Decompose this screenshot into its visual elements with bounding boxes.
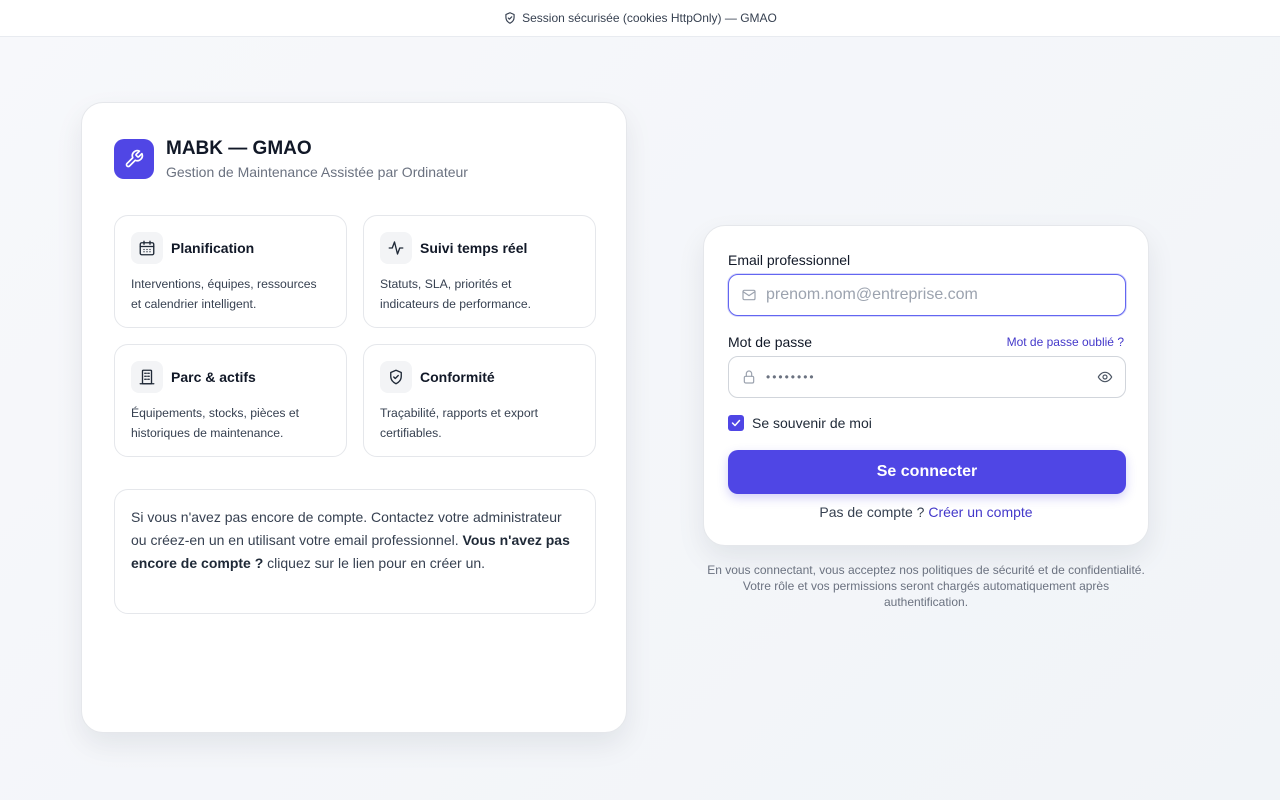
feature-title: Planification [171,240,255,256]
remember-me-checkbox[interactable] [728,415,744,431]
feature-card-conformite: Conformité Traçabilité, rapports et expo… [363,344,596,457]
feature-description: Équipements, stocks, pièces et historique… [131,406,300,440]
remember-me[interactable]: Se souvenir de moi [728,415,872,431]
activity-icon [388,241,404,255]
info-rest-text: cliquez sur le lien pour en créer un. [267,555,486,571]
security-banner: Session sécurisée (cookies HttpOnly) — G… [0,0,1280,37]
signup-prompt: Pas de compte ? Créer un compte [704,504,1148,520]
password-label: Mot de passe [728,334,813,350]
feature-card-parc: Parc & actifs Équipements, stocks, pièce… [114,344,347,457]
feature-title: Conformité [420,369,495,385]
brand-header: MABK — GMAO Gestion de Maintenance Assis… [114,138,468,180]
email-input[interactable] [766,286,1113,304]
shield-check-icon [505,12,515,24]
lock-icon [743,370,755,384]
app-subtitle: Gestion de Maintenance Assistée par Ordi… [166,164,468,180]
create-account-link[interactable]: Créer un compte [928,504,1032,520]
signup-prompt-text: Pas de compte ? [819,504,925,520]
legal-notice: En vous connectant, vous acceptez nos po… [707,563,1145,609]
login-button[interactable]: Se connecter [728,450,1126,494]
app-title: MABK — GMAO [166,138,312,159]
remember-me-label: Se souvenir de moi [752,415,872,431]
eye-icon[interactable] [1097,369,1113,385]
building-icon [139,369,155,385]
feature-description: Statuts, SLA, priorités et indicateurs de… [380,277,532,311]
feature-card-planification: Planification Interventions, équipes, re… [114,215,347,328]
password-input[interactable] [766,370,1097,384]
mail-icon [742,289,756,301]
wrench-icon [125,149,144,168]
email-field[interactable] [728,274,1126,316]
feature-description: Traçabilité, rapports et export certifiab… [380,406,539,440]
presentation-card: MABK — GMAO Gestion de Maintenance Assis… [81,102,627,733]
password-field[interactable] [728,356,1126,398]
login-card: Email professionnel Mot de passe Mot de … [703,225,1149,546]
check-icon [731,419,741,427]
feature-title: Parc & actifs [171,369,256,385]
feature-card-suivi: Suivi temps réel Statuts, SLA, priorités… [363,215,596,328]
forgot-password-link[interactable]: Mot de passe oublié ? [1007,335,1124,349]
shield-check-icon [390,369,402,385]
calendar-icon [139,240,155,256]
brand-logo [114,139,154,179]
account-info-box: Si vous n'avez pas encore de compte. Con… [114,489,596,614]
email-label: Email professionnel [728,252,851,268]
feature-description: Interventions, équipes, ressources et cal… [131,277,317,311]
feature-title: Suivi temps réel [420,240,528,256]
security-banner-text: Session sécurisée (cookies HttpOnly) — G… [522,11,777,25]
